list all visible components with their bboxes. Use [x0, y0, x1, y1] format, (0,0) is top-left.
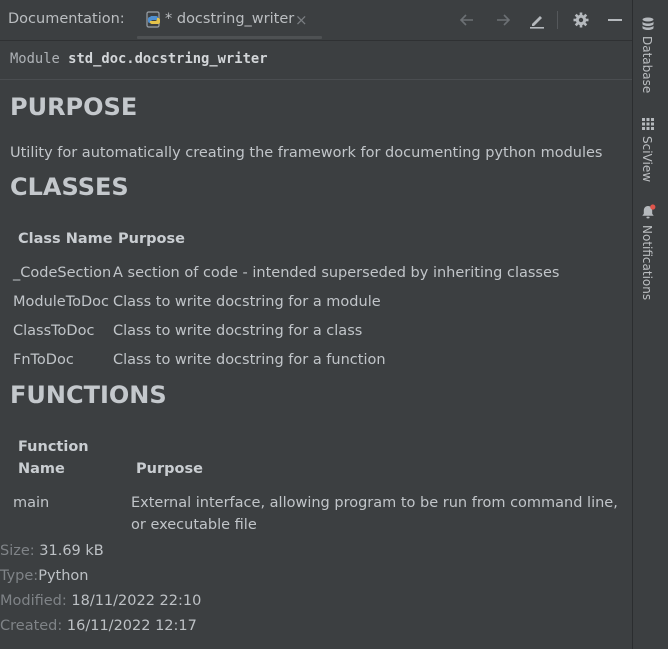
module-prefix: Module [10, 51, 60, 67]
sidebar-item-sciview[interactable]: SciView [633, 114, 668, 186]
meta-label: Created: [0, 618, 63, 634]
file-modified: Modified: 18/11/2022 22:10 [0, 593, 201, 609]
table-cell: Class to write docstring for a class [113, 323, 363, 339]
sidebar-item-database[interactable]: Database [633, 14, 668, 94]
sidebar-item-label: Notifications [640, 225, 654, 301]
sidebar-item-label: Database [640, 36, 654, 94]
table-cell: Class to write docstring for a module [113, 294, 381, 310]
meta-label: Size: [0, 543, 35, 559]
module-heading: Module std_doc.docstring_writer [10, 51, 268, 67]
bell-icon [642, 204, 656, 219]
table-cell: main [13, 495, 50, 511]
meta-value: 31.69 kB [39, 543, 104, 559]
close-tab-icon[interactable]: × [295, 11, 308, 29]
table-cell: _CodeSection [13, 265, 112, 281]
meta-label: Type: [0, 568, 39, 584]
file-created: Created: 16/11/2022 12:17 [0, 618, 197, 634]
sidebar-item-label: SciView [640, 136, 654, 183]
table-cell: ClassToDoc [13, 323, 95, 339]
documentation-content: Module std_doc.docstring_writer PURPOSE … [0, 41, 632, 649]
table-header: Purpose [136, 461, 203, 477]
notification-dot [650, 204, 656, 210]
meta-value: Python [38, 568, 89, 584]
table-cell: A section of code - intended superseded … [113, 265, 560, 281]
toolbar-separator [557, 11, 558, 29]
purpose-heading: PURPOSE [10, 93, 138, 121]
file-size: Size: 31.69 kB [0, 543, 104, 559]
purpose-text: Utility for automatically creating the f… [10, 145, 603, 161]
edit-icon[interactable] [528, 11, 546, 29]
arrow-right-icon[interactable] [494, 11, 512, 29]
table-header: Purpose [118, 231, 185, 247]
tab-title: * docstring_writer [165, 11, 295, 27]
meta-label: Modified: [0, 593, 67, 609]
divider [0, 79, 632, 80]
meta-value: 16/11/2022 12:17 [66, 618, 197, 634]
database-icon [642, 17, 654, 30]
table-cell: ModuleToDoc [13, 294, 109, 310]
file-type: Type:Python [0, 568, 88, 584]
table-header: Class Name [18, 231, 113, 247]
python-file-icon [146, 11, 160, 28]
module-name: std_doc.docstring_writer [68, 51, 268, 67]
tool-window-header: Documentation: * docstring_writer × [0, 0, 632, 41]
classes-heading: CLASSES [10, 173, 129, 201]
functions-heading: FUNCTIONS [10, 381, 167, 409]
documentation-tool-window: Documentation: * docstring_writer × Modu… [0, 0, 668, 649]
sciview-icon [642, 118, 654, 130]
right-tool-strip: Database SciView Notifications [632, 0, 668, 649]
table-cell: Class to write docstring for a function [113, 352, 386, 368]
tab-docstring-writer[interactable]: * docstring_writer × [137, 5, 322, 40]
table-cell: or executable file [131, 517, 257, 533]
table-header: Function [18, 439, 89, 455]
table-cell: External interface, allowing program to … [131, 495, 618, 511]
tool-window-title: Documentation: [8, 11, 125, 27]
arrow-left-icon[interactable] [458, 11, 476, 29]
gear-icon[interactable] [572, 11, 590, 29]
sidebar-item-notifications[interactable]: Notifications [633, 203, 668, 303]
meta-value: 18/11/2022 22:10 [71, 593, 202, 609]
table-cell: FnToDoc [13, 352, 74, 368]
active-tab-indicator [137, 36, 322, 39]
minimize-icon[interactable] [606, 11, 624, 29]
table-header: Name [18, 461, 65, 477]
